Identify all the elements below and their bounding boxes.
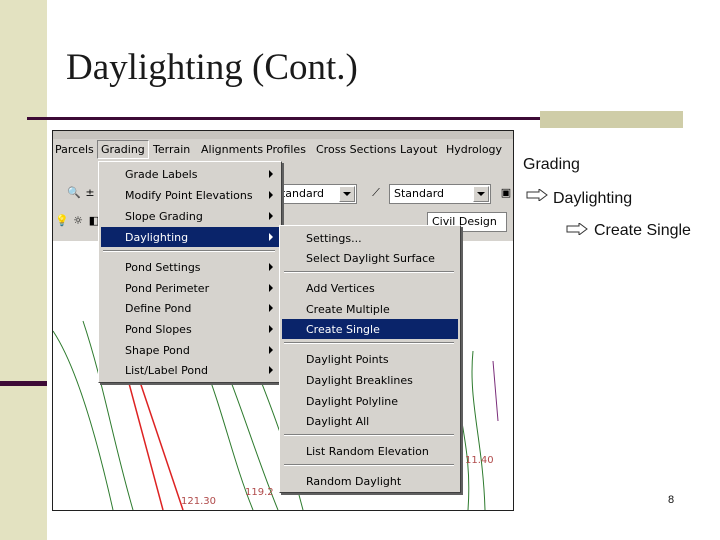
menubar: Parcels Grading Terrain Alignments Profi…	[53, 139, 513, 161]
menu-separator	[103, 250, 275, 252]
submenu-arrow-icon	[269, 170, 273, 178]
submenu-arrow-icon	[269, 366, 273, 374]
submenu-arrow-icon	[269, 191, 273, 199]
bullet-create-single: Create Single	[594, 222, 691, 239]
elevation-label: 11.40	[465, 455, 494, 466]
menu-item-daylighting[interactable]: Daylighting	[101, 227, 279, 247]
menu-alignments[interactable]: Alignments	[201, 143, 263, 156]
submenu-arrow-icon	[269, 325, 273, 333]
menu-item-define-pond[interactable]: Define Pond	[101, 298, 279, 318]
arrow-icon	[526, 189, 548, 201]
elevation-label: 119.2	[245, 487, 274, 498]
title-divider	[27, 117, 540, 120]
submenu-arrow-icon	[269, 304, 273, 312]
menu-grading[interactable]: Grading	[97, 140, 149, 159]
submenu-arrow-icon	[269, 284, 273, 292]
menu-item-daylight-points[interactable]: Daylight Points	[282, 349, 458, 369]
menu-item-daylight-polyline[interactable]: Daylight Polyline	[282, 391, 458, 411]
menu-item-create-single[interactable]: Create Single	[282, 319, 458, 339]
sun-icon[interactable]: ☼	[71, 214, 85, 228]
lightbulb-icon[interactable]: 💡	[55, 214, 69, 228]
menu-item-pond-settings[interactable]: Pond Settings	[101, 257, 279, 277]
sidebar-accent-line	[0, 381, 47, 386]
chevron-down-icon[interactable]	[473, 186, 489, 202]
daylighting-submenu: Settings... Select Daylight Surface Add …	[279, 225, 461, 493]
menu-item-pond-slopes[interactable]: Pond Slopes	[101, 319, 279, 339]
submenu-arrow-icon	[269, 346, 273, 354]
grading-dropdown-menu: Grade Labels Modify Point Elevations Slo…	[98, 161, 282, 383]
menu-hydrology[interactable]: Hydrology	[446, 143, 502, 156]
menu-separator	[284, 271, 454, 273]
menu-item-pond-perimeter[interactable]: Pond Perimeter	[101, 278, 279, 298]
menu-terrain[interactable]: Terrain	[153, 143, 190, 156]
submenu-arrow-icon	[269, 212, 273, 220]
dim-style-combo[interactable]: Standard	[389, 184, 491, 204]
bullet-grading: Grading	[523, 156, 580, 173]
elevation-label: 121.30	[181, 496, 216, 507]
menu-item-list-random-elevation[interactable]: List Random Elevation	[282, 441, 458, 461]
dim-style-icon[interactable]: ⟋	[369, 186, 383, 200]
menu-item-create-multiple[interactable]: Create Multiple	[282, 299, 458, 319]
chevron-down-icon[interactable]	[339, 186, 355, 202]
text-style-combo[interactable]: Standard	[269, 184, 357, 204]
menu-item-shape-pond[interactable]: Shape Pond	[101, 340, 279, 360]
menu-item-grade-labels[interactable]: Grade Labels	[101, 164, 279, 184]
menu-item-slope-grading[interactable]: Slope Grading	[101, 206, 279, 226]
slide-sidebar	[0, 0, 47, 540]
menu-layout[interactable]: Layout	[400, 143, 437, 156]
menu-separator	[284, 464, 454, 466]
menu-item-modify-point-elevations[interactable]: Modify Point Elevations	[101, 185, 279, 205]
menu-item-select-daylight-surface[interactable]: Select Daylight Surface	[282, 248, 458, 268]
menu-item-settings[interactable]: Settings...	[282, 228, 458, 248]
menu-item-random-daylight[interactable]: Random Daylight	[282, 471, 458, 491]
app-screenshot: Parcels Grading Terrain Alignments Profi…	[52, 130, 514, 511]
menu-item-add-vertices[interactable]: Add Vertices	[282, 278, 458, 298]
tool-icon[interactable]: ▣	[499, 186, 513, 200]
submenu-arrow-icon	[269, 233, 273, 241]
clipped-title-strip	[53, 131, 513, 139]
submenu-arrow-icon	[269, 263, 273, 271]
title-accent-bar	[540, 111, 683, 128]
menu-separator	[284, 434, 454, 436]
menu-item-list-label-pond[interactable]: List/Label Pond	[101, 360, 279, 380]
menu-item-daylight-breaklines[interactable]: Daylight Breaklines	[282, 370, 458, 390]
arrow-icon	[566, 223, 588, 235]
page-number: 8	[668, 494, 675, 506]
menu-parcels[interactable]: Parcels	[55, 143, 94, 156]
menu-separator	[284, 342, 454, 344]
zoom-extents-icon[interactable]: ±	[83, 186, 97, 200]
menu-cross-sections[interactable]: Cross Sections	[316, 143, 396, 156]
bullet-daylighting: Daylighting	[553, 190, 633, 207]
menu-profiles[interactable]: Profiles	[266, 143, 306, 156]
menu-item-daylight-all[interactable]: Daylight All	[282, 411, 458, 431]
slide-title: Daylighting (Cont.)	[66, 47, 358, 88]
zoom-icon[interactable]: 🔍	[67, 186, 81, 200]
